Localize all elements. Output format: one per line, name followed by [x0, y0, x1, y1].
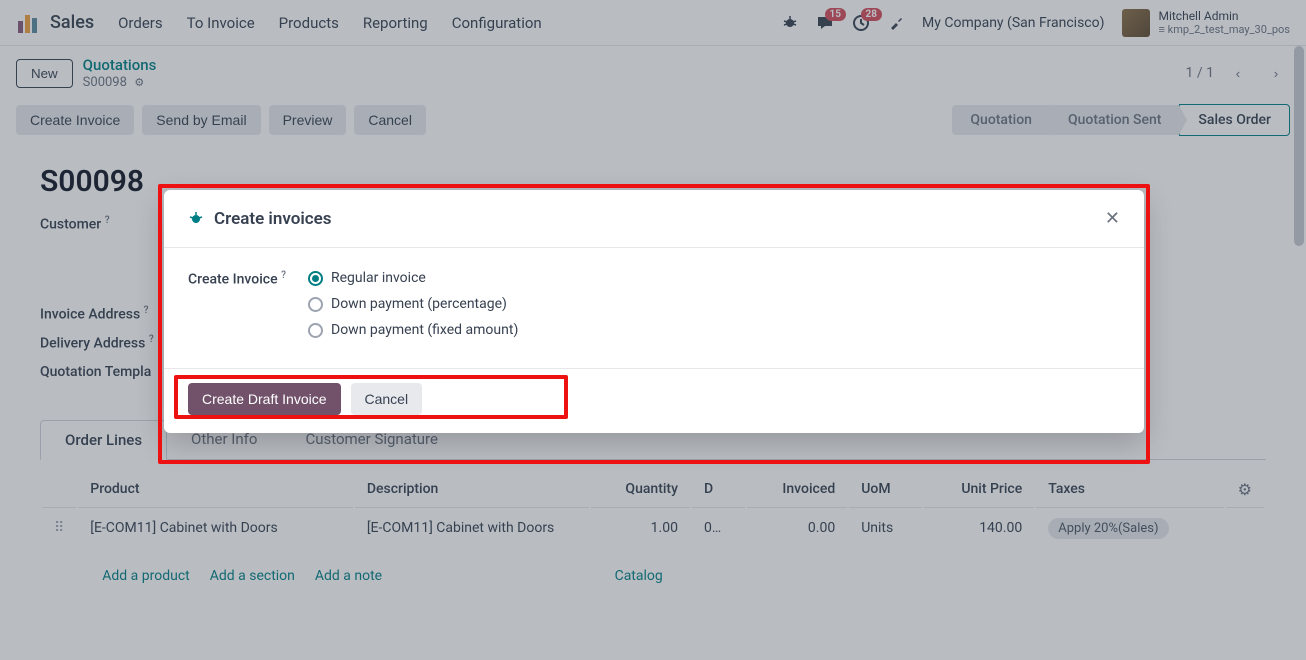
close-icon[interactable]: ✕ [1105, 208, 1120, 229]
create-invoices-modal: Create invoices ✕ Create Invoice ? Regul… [164, 190, 1144, 433]
create-draft-invoice-button[interactable]: Create Draft Invoice [188, 383, 341, 415]
bug-icon[interactable] [188, 211, 204, 227]
create-invoice-label: Create Invoice ? [188, 270, 308, 338]
radio-icon [308, 323, 323, 338]
radio-down-payment-fixed[interactable]: Down payment (fixed amount) [308, 322, 518, 338]
help-icon[interactable]: ? [281, 270, 286, 281]
modal-title: Create invoices [214, 209, 332, 229]
radio-icon [308, 297, 323, 312]
radio-regular-invoice[interactable]: Regular invoice [308, 270, 518, 286]
invoice-type-radio-group: Regular invoice Down payment (percentage… [308, 270, 518, 338]
radio-icon [308, 271, 323, 286]
radio-down-payment-pct[interactable]: Down payment (percentage) [308, 296, 518, 312]
modal-cancel-button[interactable]: Cancel [351, 383, 423, 415]
